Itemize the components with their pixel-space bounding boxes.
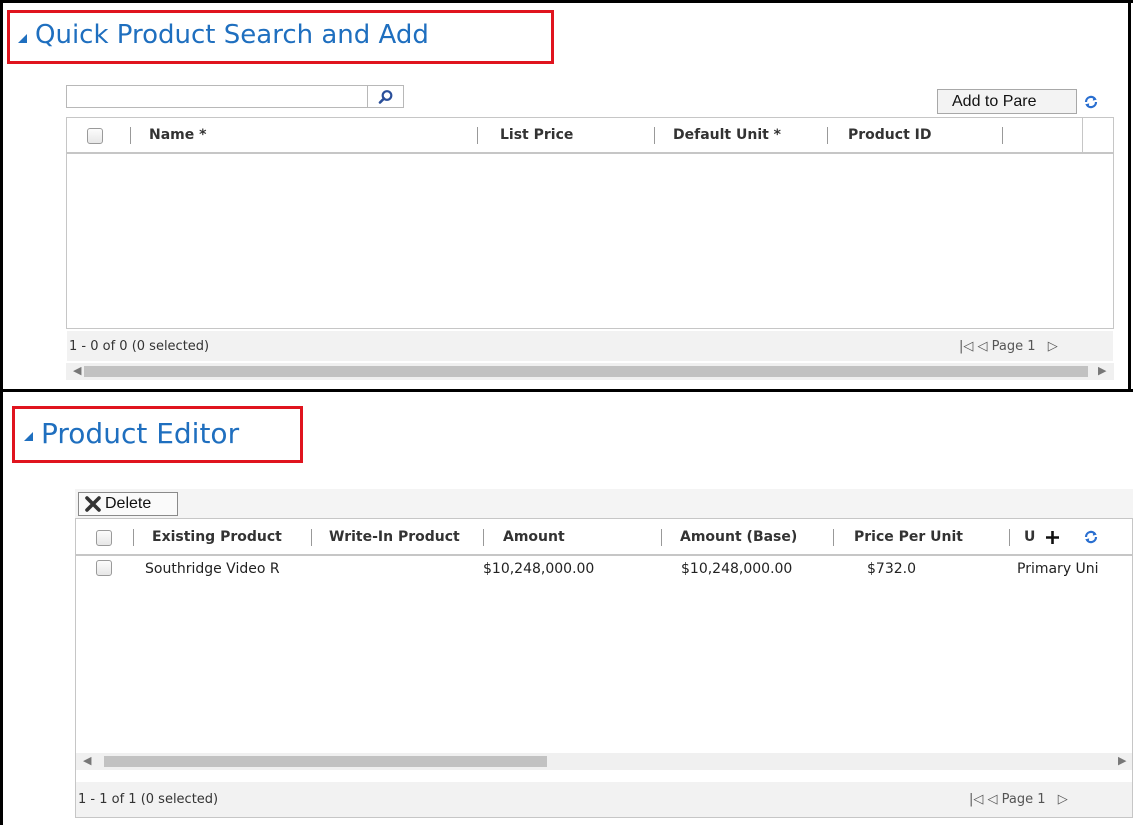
column-header-amount[interactable]: Amount xyxy=(503,519,653,554)
column-separator xyxy=(130,127,131,144)
delete-button[interactable]: Delete xyxy=(78,492,178,516)
column-header-list-price[interactable]: List Price xyxy=(500,118,650,152)
pager: |◁ ◁ Page 1 ▷ xyxy=(969,792,1068,807)
product-editor-toolbar xyxy=(75,489,1133,519)
search-button[interactable] xyxy=(368,85,404,108)
quick-search-section-header[interactable]: Quick Product Search and Add xyxy=(18,18,429,52)
cell-unit[interactable]: Primary Uni xyxy=(1017,561,1127,577)
scrollbar-thumb[interactable] xyxy=(84,366,1088,377)
pager-next-icon[interactable]: ▷ xyxy=(1048,339,1058,354)
refresh-icon[interactable] xyxy=(1083,529,1099,545)
cell-amount[interactable]: $10,248,000.00 xyxy=(483,561,618,577)
section-collapse-icon[interactable] xyxy=(18,33,27,43)
pager-prev-icon[interactable]: ◁ xyxy=(988,792,998,807)
frame-border-left xyxy=(0,0,3,825)
column-header-default-unit[interactable]: Default Unit * xyxy=(673,118,818,152)
scroll-right-arrow-icon[interactable]: ▶ xyxy=(1118,754,1126,767)
column-header-product-id[interactable]: Product ID xyxy=(848,118,998,152)
product-editor-grid-footer: 1 - 1 of 1 (0 selected) |◁ ◁ Page 1 ▷ xyxy=(76,782,1132,817)
column-separator xyxy=(483,529,484,546)
plus-icon[interactable] xyxy=(1044,529,1061,546)
cell-price-per-unit[interactable]: $732.0 xyxy=(867,561,987,577)
quick-search-title: Quick Product Search and Add xyxy=(35,20,429,50)
scroll-left-arrow-icon[interactable]: ◀ xyxy=(73,364,81,377)
select-all-checkbox[interactable] xyxy=(96,530,112,546)
pager-label: Page 1 xyxy=(991,339,1036,354)
select-all-checkbox[interactable] xyxy=(87,128,103,144)
delete-label: Delete xyxy=(105,495,152,512)
record-count: 1 - 0 of 0 (0 selected) xyxy=(69,339,210,354)
product-search-input[interactable] xyxy=(66,85,368,108)
quick-search-horizontal-scrollbar[interactable]: ◀ ▶ xyxy=(66,363,1114,380)
column-header-write-in-product[interactable]: Write-In Product xyxy=(329,519,484,554)
column-separator xyxy=(311,529,312,546)
column-header-name[interactable]: Name * xyxy=(149,118,449,152)
column-header-price-per-unit[interactable]: Price Per Unit xyxy=(854,519,999,554)
pager-next-icon[interactable]: ▷ xyxy=(1058,792,1068,807)
delete-x-icon xyxy=(85,496,101,512)
product-editor-title: Product Editor xyxy=(41,416,240,450)
quick-search-grid-header: Name * List Price Default Unit * Product… xyxy=(67,118,1113,154)
add-to-parent-button[interactable]: Add to Pare xyxy=(937,89,1077,114)
scroll-left-arrow-icon[interactable]: ◀ xyxy=(83,754,91,767)
row-checkbox[interactable] xyxy=(96,560,112,576)
column-separator xyxy=(833,529,834,546)
header-scroll-gutter xyxy=(1082,118,1083,152)
frame-border-middle xyxy=(0,389,1133,392)
column-separator xyxy=(477,127,478,144)
search-icon xyxy=(378,89,392,104)
record-count: 1 - 1 of 1 (0 selected) xyxy=(78,792,219,807)
pager-prev-icon[interactable]: ◁ xyxy=(978,339,988,354)
cell-amount-base[interactable]: $10,248,000.00 xyxy=(681,561,826,577)
cell-existing-product[interactable]: Southridge Video R xyxy=(145,561,305,577)
pager-first-icon[interactable]: |◁ xyxy=(969,792,983,807)
column-separator xyxy=(1002,127,1003,144)
column-header-existing-product[interactable]: Existing Product xyxy=(152,519,307,554)
column-header-amount-base[interactable]: Amount (Base) xyxy=(680,519,825,554)
product-editor-grid-header: Existing Product Write-In Product Amount… xyxy=(76,519,1132,556)
pager-first-icon[interactable]: |◁ xyxy=(959,339,973,354)
scrollbar-thumb[interactable] xyxy=(104,756,547,767)
product-editor-grid: Existing Product Write-In Product Amount… xyxy=(75,518,1133,818)
frame-border-right xyxy=(1128,0,1131,392)
column-separator xyxy=(827,127,828,144)
quick-search-grid-footer: 1 - 0 of 0 (0 selected) |◁ ◁ Page 1 ▷ xyxy=(67,331,1113,361)
table-row[interactable]: Southridge Video R $10,248,000.00 $10,24… xyxy=(76,556,1132,582)
section-collapse-icon[interactable] xyxy=(24,431,33,441)
column-separator xyxy=(661,529,662,546)
quick-search-grid: Name * List Price Default Unit * Product… xyxy=(66,117,1114,361)
column-header-unit[interactable]: U xyxy=(1024,519,1038,554)
pager: |◁ ◁ Page 1 ▷ xyxy=(959,339,1058,354)
column-separator xyxy=(1009,529,1010,546)
refresh-icon[interactable] xyxy=(1083,94,1099,110)
product-editor-horizontal-scrollbar[interactable]: ◀ ▶ xyxy=(76,753,1132,770)
scroll-right-arrow-icon[interactable]: ▶ xyxy=(1098,364,1106,377)
column-separator xyxy=(133,529,134,546)
column-separator xyxy=(654,127,655,144)
frame-border-top xyxy=(0,0,1133,3)
product-editor-section-header[interactable]: Product Editor xyxy=(24,414,239,452)
pager-label: Page 1 xyxy=(1001,792,1046,807)
